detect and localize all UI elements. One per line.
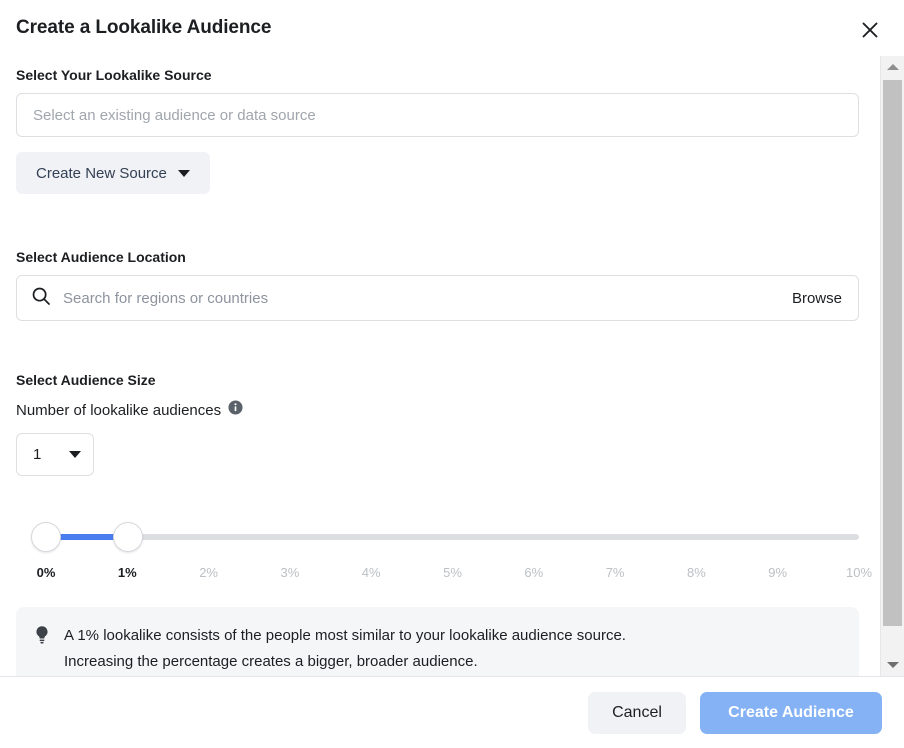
dialog-footer: Cancel Create Audience	[0, 676, 904, 748]
audience-location-section: Select Audience Location Search for regi…	[16, 249, 859, 321]
page-title: Create a Lookalike Audience	[16, 17, 271, 39]
slider-track[interactable]	[46, 534, 859, 540]
tip-line-2: Increasing the percentage creates a bigg…	[64, 649, 626, 675]
scrollbar-up-button[interactable]	[881, 56, 904, 78]
cancel-button[interactable]: Cancel	[588, 692, 686, 734]
lookalike-count-value: 1	[33, 446, 41, 463]
lookalike-source-section: Select Your Lookalike Source Select an e…	[16, 67, 859, 194]
create-lookalike-audience-dialog: Create a Lookalike Audience Select Your …	[0, 0, 904, 748]
slider-tick-10pct: 10%	[846, 565, 872, 580]
create-audience-button[interactable]: Create Audience	[700, 692, 882, 734]
slider-tick-6pct: 6%	[524, 565, 543, 580]
close-button[interactable]	[854, 14, 886, 46]
close-icon	[860, 20, 880, 40]
slider-tick-7pct: 7%	[606, 565, 625, 580]
lookalike-source-label: Select Your Lookalike Source	[16, 67, 859, 83]
slider-tick-1pct: 1%	[118, 565, 137, 580]
tip-line-1: A 1% lookalike consists of the people mo…	[64, 623, 626, 649]
vertical-scrollbar[interactable]	[880, 56, 904, 676]
create-new-source-label: Create New Source	[36, 165, 167, 182]
dialog-header: Create a Lookalike Audience	[0, 0, 904, 56]
slider-tick-4pct: 4%	[362, 565, 381, 580]
location-search-placeholder: Search for regions or countries	[63, 290, 792, 307]
audience-location-label: Select Audience Location	[16, 249, 859, 265]
slider-tick-3pct: 3%	[280, 565, 299, 580]
tip-box: A 1% lookalike consists of the people mo…	[16, 607, 859, 676]
create-new-source-button[interactable]: Create New Source	[16, 152, 210, 194]
audience-size-section: Select Audience Size Number of lookalike…	[16, 372, 859, 476]
lookalike-count-label: Number of lookalike audiences	[16, 402, 221, 419]
search-icon	[31, 286, 51, 311]
chevron-down-icon	[69, 451, 81, 458]
slider-tick-5pct: 5%	[443, 565, 462, 580]
slider-handle-start[interactable]	[31, 522, 61, 552]
lookalike-count-select[interactable]: 1	[16, 433, 94, 476]
triangle-down-icon	[887, 662, 899, 668]
slider-handle-end[interactable]	[113, 522, 143, 552]
dialog-body: Select Your Lookalike Source Select an e…	[0, 56, 880, 676]
triangle-up-icon	[887, 64, 899, 70]
lookalike-count-row: Number of lookalike audiences	[16, 400, 859, 420]
slider-tick-labels: 0%1%2%3%4%5%6%7%8%9%10%	[16, 565, 859, 583]
chevron-down-icon	[178, 170, 190, 177]
scrollbar-down-button[interactable]	[881, 654, 904, 676]
location-search-field[interactable]: Search for regions or countries Browse	[16, 275, 859, 321]
tip-text: A 1% lookalike consists of the people mo…	[64, 623, 626, 676]
lightbulb-icon	[34, 625, 50, 676]
scrollbar-thumb[interactable]	[883, 80, 902, 626]
slider-tick-9pct: 9%	[768, 565, 787, 580]
slider-tick-0pct: 0%	[37, 565, 56, 580]
lookalike-source-input[interactable]: Select an existing audience or data sour…	[16, 93, 859, 137]
slider-tick-2pct: 2%	[199, 565, 218, 580]
info-circle-icon[interactable]	[228, 400, 243, 420]
audience-size-label: Select Audience Size	[16, 372, 859, 388]
lookalike-source-placeholder: Select an existing audience or data sour…	[33, 107, 316, 124]
browse-button[interactable]: Browse	[792, 290, 842, 307]
slider-tick-8pct: 8%	[687, 565, 706, 580]
